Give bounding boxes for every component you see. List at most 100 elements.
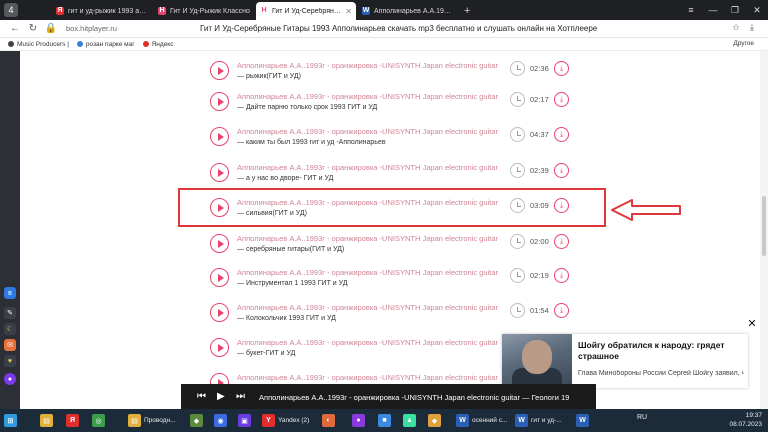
track-artist[interactable]: Апполинарьев А.А..1993г - оранжировка -U…: [237, 127, 498, 136]
track-artist[interactable]: Апполинарьев А.А..1993г - оранжировка -U…: [237, 92, 498, 101]
bookmark-icon[interactable]: ☆: [728, 22, 744, 33]
page-scrollbar[interactable]: [760, 51, 768, 409]
moon-icon[interactable]: ☾: [4, 323, 16, 335]
taskbar-chrome[interactable]: ◎: [92, 412, 108, 429]
tab-count-button[interactable]: 4: [4, 3, 18, 17]
taskbar-word-window[interactable]: W осенний с...: [456, 412, 510, 429]
taskbar-app[interactable]: ◆: [190, 412, 206, 429]
track-row[interactable]: Апполинарьев А.А..1993г - оранжировка -U…: [210, 125, 600, 155]
tab-3-active[interactable]: H Гит И Уд-Серебряные Гита ✕: [256, 2, 356, 20]
play-icon[interactable]: [210, 127, 229, 146]
folder-icon: ▤: [128, 414, 141, 427]
download-icon[interactable]: ⤓: [554, 234, 569, 249]
taskbar-label: гит и уд-...: [531, 417, 562, 424]
language-indicator[interactable]: RU: [637, 414, 647, 421]
taskbar-app[interactable]: ◆: [428, 412, 444, 429]
app-icon: ◆: [190, 414, 203, 427]
word-icon: W: [456, 414, 469, 427]
feather-icon[interactable]: ✎: [4, 307, 16, 319]
taskbar-word-window[interactable]: W гит и уд-...: [515, 412, 569, 429]
address-bar: ← ↻ 🔒 box.hitplayer.ru Гит И Уд-Серебрян…: [0, 20, 768, 38]
play-icon[interactable]: [210, 268, 229, 287]
url-field[interactable]: box.hitplayer.ru: [66, 24, 117, 33]
highlight-box: [178, 188, 606, 227]
bookmarks-other[interactable]: Другое: [733, 40, 754, 47]
reload-icon[interactable]: ↻: [24, 23, 42, 34]
menu-icon[interactable]: ≡: [680, 0, 702, 20]
news-headline[interactable]: Шойгу обратился к народу: грядет страшно…: [578, 340, 744, 362]
maximize-icon[interactable]: ❐: [724, 0, 746, 20]
track-row[interactable]: Апполинарьев А.А..1993г - оранжировка -U…: [210, 301, 600, 331]
track-artist[interactable]: Апполинарьев А.А..1993г - оранжировка -U…: [237, 268, 498, 277]
mail-icon[interactable]: ✉: [4, 339, 16, 351]
download-icon[interactable]: ⤓: [554, 163, 569, 178]
download-icon[interactable]: ⤓: [554, 61, 569, 76]
taskbar-word[interactable]: W: [576, 412, 592, 429]
start-button[interactable]: ⊞: [4, 412, 20, 429]
bell-icon[interactable]: ♥: [4, 355, 16, 367]
hitplayer-favicon-icon: H: [158, 7, 166, 15]
track-artist[interactable]: Апполинарьев А.А..1993г - оранжировка -U…: [237, 303, 498, 312]
audio-player: ⏮ ▶ ⏭ Апполинарьев А.А..1993г - оранжиро…: [181, 384, 596, 412]
track-row[interactable]: Апполинарьев А.А..1993г - оранжировка -U…: [210, 266, 600, 296]
taskbar-yandex-window[interactable]: Y Yandex (2): [262, 412, 314, 429]
track-artist[interactable]: Апполинарьев А.А..1993г - оранжировка -U…: [237, 61, 498, 70]
download-icon[interactable]: ⤓: [744, 22, 760, 33]
next-icon[interactable]: ⏭: [236, 391, 245, 402]
track-artist[interactable]: Апполинарьев А.А..1993г - оранжировка -U…: [237, 338, 498, 347]
previous-icon[interactable]: ⏮: [197, 391, 206, 402]
back-icon[interactable]: ←: [6, 23, 24, 34]
close-tab-icon[interactable]: ✕: [345, 7, 352, 16]
play-icon[interactable]: [210, 303, 229, 322]
play-icon[interactable]: [210, 61, 229, 80]
news-snippet: Глава Минобороны России Сергей Шойгу зая…: [578, 370, 744, 377]
bookmark-yandex[interactable]: Яндекс: [142, 41, 173, 48]
taskbar-explorer-window[interactable]: ▤ Проводн...: [128, 412, 184, 429]
track-title: — букет-ГИТ и УД: [237, 350, 296, 357]
taskbar-app[interactable]: ◐: [322, 412, 338, 429]
taskbar-app[interactable]: ■: [378, 412, 394, 429]
tab-1[interactable]: Я гит и уд-рыжик 1993 апполинар: [52, 2, 152, 20]
news-popup[interactable]: Шойгу обратился к народу: грядет страшно…: [502, 334, 748, 388]
taskbar-explorer[interactable]: ▤: [40, 412, 56, 429]
bookmark-rozan[interactable]: розан парке маг: [76, 41, 135, 48]
download-icon[interactable]: ⤓: [554, 127, 569, 142]
track-artist[interactable]: Апполинарьев А.А..1993г - оранжировка -U…: [237, 234, 498, 243]
word-favicon-icon: W: [362, 7, 370, 15]
track-row[interactable]: Апполинарьев А.А..1993г - оранжировка -U…: [210, 90, 600, 120]
window-controls: ≡ — ❐ ✕: [680, 0, 768, 20]
taskbar-app[interactable]: ▲: [403, 412, 419, 429]
tab-4[interactable]: W Апполинарьев А.А.1993г: [358, 2, 458, 20]
track-artist[interactable]: Апполинарьев А.А..1993г - оранжировка -U…: [237, 373, 498, 382]
minimize-icon[interactable]: —: [702, 0, 724, 20]
download-icon[interactable]: ⤓: [554, 92, 569, 107]
bookmark-music-producers[interactable]: Music Producers |: [8, 41, 69, 48]
track-row[interactable]: Апполинарьев А.А..1993г - оранжировка -U…: [210, 161, 600, 191]
taskbar-app[interactable]: ◉: [214, 412, 230, 429]
track-duration: 04:37: [530, 130, 549, 139]
play-icon[interactable]: [210, 234, 229, 253]
system-clock[interactable]: 19:37 08.07.2023: [729, 411, 762, 429]
play-icon[interactable]: [210, 92, 229, 111]
download-icon[interactable]: ⤓: [554, 268, 569, 283]
new-tab-icon[interactable]: +: [464, 2, 470, 20]
vk-icon[interactable]: в: [4, 287, 16, 299]
play-icon[interactable]: [210, 163, 229, 182]
taskbar-app[interactable]: ▣: [238, 412, 254, 429]
track-artist[interactable]: Апполинарьев А.А..1993г - оранжировка -U…: [237, 163, 498, 172]
track-row[interactable]: Апполинарьев А.А..1993г - оранжировка -U…: [210, 232, 600, 262]
tab-2[interactable]: H Гит И Уд-Рыжик Классно: [154, 2, 254, 20]
track-row[interactable]: Апполинарьев А.А..1993г - оранжировка -U…: [210, 59, 600, 89]
app-icon: ■: [378, 414, 391, 427]
play-icon[interactable]: [210, 338, 229, 357]
close-window-icon[interactable]: ✕: [746, 0, 768, 20]
taskbar-yandex[interactable]: Я: [66, 412, 82, 429]
play-icon[interactable]: ▶: [217, 391, 225, 402]
download-icon[interactable]: ⤓: [554, 303, 569, 318]
alice-icon[interactable]: ●: [4, 373, 16, 385]
yandex-icon: [142, 41, 149, 47]
lock-icon: 🔒: [44, 23, 58, 34]
close-news-icon[interactable]: ✕: [746, 318, 758, 330]
scrollbar-thumb[interactable]: [762, 196, 766, 256]
taskbar-app[interactable]: ●: [352, 412, 368, 429]
